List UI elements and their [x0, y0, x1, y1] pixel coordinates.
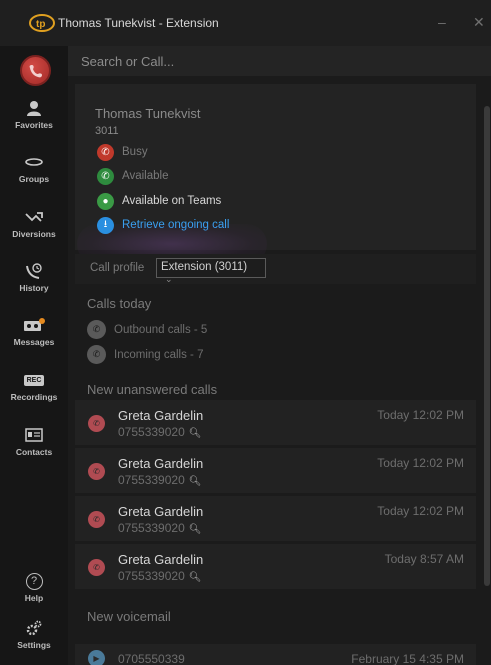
phone-outbound-icon: ✆ — [87, 320, 106, 339]
rec-badge: REC — [23, 374, 45, 386]
list-item[interactable]: ✆ Greta Gardelin 0755339020 🔍︎ Today 8:57… — [75, 544, 476, 589]
phone-incoming-icon: ✆ — [87, 345, 106, 364]
missed-call-icon: ✆ — [88, 463, 105, 480]
sidebar-item-label: History — [19, 283, 49, 293]
search-icon[interactable]: 🔍︎ — [189, 572, 202, 583]
person-icon — [0, 99, 68, 117]
search-icon[interactable]: 🔍︎ — [189, 476, 202, 487]
phone-busy-icon: ✆ — [97, 143, 114, 161]
caller-name: Greta Gardelin — [118, 408, 204, 423]
caller-name: Greta Gardelin — [118, 456, 204, 471]
caller-number: 0755339020 🔍︎ — [118, 569, 202, 583]
status-panel: Thomas Tunekvist 3011 ✆ Busy ✆ Available… — [75, 84, 476, 264]
voicemail-number: 0705550339 — [118, 652, 185, 665]
voicemail-title: New voicemail — [87, 609, 171, 624]
diversion-icon — [0, 208, 68, 226]
vertical-scrollbar[interactable] — [483, 76, 491, 665]
groups-icon — [0, 153, 68, 171]
voicemail-icon — [0, 316, 68, 334]
call-profile-select[interactable]: Extension (3011) ⌄ — [156, 258, 266, 284]
status-label: Available on Teams — [122, 195, 222, 207]
minimize-button[interactable]: – — [438, 14, 446, 30]
sidebar-item-settings[interactable]: Settings — [0, 619, 68, 650]
sidebar-item-label: Messages — [13, 337, 55, 347]
missed-call-icon: ✆ — [88, 415, 105, 432]
caller-name: Greta Gardelin — [118, 504, 204, 519]
caller-number: 0755339020 🔍︎ — [118, 425, 202, 439]
rec-icon: REC — [0, 371, 68, 389]
voicemail-item[interactable]: ▶ 0705550339 February 15 4:35 PM — [75, 644, 476, 665]
phone-available-icon: ✆ — [97, 167, 114, 185]
sidebar-item-label: Contacts — [15, 447, 53, 457]
sidebar-item-groups[interactable]: Groups — [0, 153, 68, 184]
call-time: Today 8:57 AM — [384, 552, 464, 566]
sidebar-item-label: Settings — [17, 640, 51, 650]
incoming-calls[interactable]: ✆ Incoming calls - 7 — [87, 345, 203, 364]
app-logo-icon: tp — [22, 3, 62, 43]
sidebar-item-messages[interactable]: Messages — [0, 316, 68, 347]
close-button[interactable]: ✕ — [473, 14, 485, 31]
window-title: Thomas Tunekvist - Extension — [58, 16, 219, 30]
title-bar: tp Thomas Tunekvist - Extension – ✕ — [0, 0, 491, 46]
scroll-thumb[interactable] — [484, 106, 490, 586]
status-label: Available — [122, 170, 169, 182]
sidebar-item-history[interactable]: History — [0, 262, 68, 293]
call-profile-row: Call profile Extension (3011) ⌄ — [75, 254, 476, 284]
unanswered-title: New unanswered calls — [87, 382, 218, 397]
retrieve-label: Retrieve ongoing call — [122, 219, 230, 231]
sidebar-item-help[interactable]: ? Help — [0, 572, 68, 603]
main-panel: Thomas Tunekvist 3011 ✆ Busy ✆ Available… — [68, 76, 483, 665]
sidebar-item-label: Diversions — [12, 229, 56, 239]
status-available-teams[interactable]: ● Available on Teams — [97, 192, 221, 210]
sidebar-item-label: Help — [24, 593, 44, 603]
help-icon: ? — [0, 572, 68, 590]
gear-icon — [0, 619, 68, 637]
list-item[interactable]: ✆ Greta Gardelin 0755339020 🔍︎ Today 12:0… — [75, 496, 476, 541]
sidebar-item-recordings[interactable]: REC Recordings — [0, 371, 68, 402]
user-extension: 3011 — [95, 125, 119, 137]
search-placeholder: Search or Call... — [81, 54, 175, 69]
search-icon[interactable]: 🔍︎ — [189, 524, 202, 535]
sidebar-item-favorites[interactable]: Favorites — [0, 99, 68, 130]
call-time: Today 12:02 PM — [377, 456, 464, 470]
user-name: Thomas Tunekvist — [95, 106, 201, 121]
outbound-calls[interactable]: ✆ Outbound calls - 5 — [87, 320, 207, 339]
caller-number: 0755339020 🔍︎ — [118, 473, 202, 487]
voicemail-play-icon: ▶ — [88, 650, 105, 665]
retrieve-call-button[interactable]: ⭳ Retrieve ongoing call — [97, 216, 229, 234]
sidebar-item-contacts[interactable]: Contacts — [0, 426, 68, 457]
caller-name: Greta Gardelin — [118, 552, 204, 567]
status-available[interactable]: ✆ Available — [97, 167, 168, 185]
missed-call-icon: ✆ — [88, 511, 105, 528]
sidebar-item-label: Groups — [18, 174, 50, 184]
sidebar-item-label: Favorites — [15, 120, 53, 130]
missed-call-icon: ✆ — [88, 559, 105, 576]
teams-icon: ● — [97, 192, 114, 210]
call-time: Today 12:02 PM — [377, 408, 464, 422]
status-label: Busy — [122, 146, 148, 158]
sidebar-item-label: Recordings — [10, 392, 58, 402]
call-time: Today 12:02 PM — [377, 504, 464, 518]
list-item[interactable]: ✆ Greta Gardelin 0755339020 🔍︎ Today 12:0… — [75, 400, 476, 445]
status-busy[interactable]: ✆ Busy — [97, 143, 148, 161]
retrieve-arrow-icon: ⭳ — [97, 216, 114, 234]
chevron-down-icon: ⌄ — [165, 274, 173, 284]
avatar[interactable] — [20, 55, 51, 86]
contacts-icon — [0, 426, 68, 444]
history-icon — [0, 262, 68, 280]
search-icon[interactable]: 🔍︎ — [189, 428, 202, 439]
list-item[interactable]: ✆ Greta Gardelin 0755339020 🔍︎ Today 12:0… — [75, 448, 476, 493]
sidebar-item-diversions[interactable]: Diversions — [0, 208, 68, 239]
calls-today-title: Calls today — [87, 296, 152, 311]
call-profile-label: Call profile — [90, 262, 145, 274]
svg-text:tp: tp — [36, 19, 45, 30]
voicemail-time: February 15 4:35 PM — [351, 652, 464, 665]
sidebar: Favorites Groups Diversions History Mess… — [0, 46, 68, 665]
caller-number: 0755339020 🔍︎ — [118, 521, 202, 535]
search-input[interactable]: Search or Call... — [68, 46, 491, 76]
